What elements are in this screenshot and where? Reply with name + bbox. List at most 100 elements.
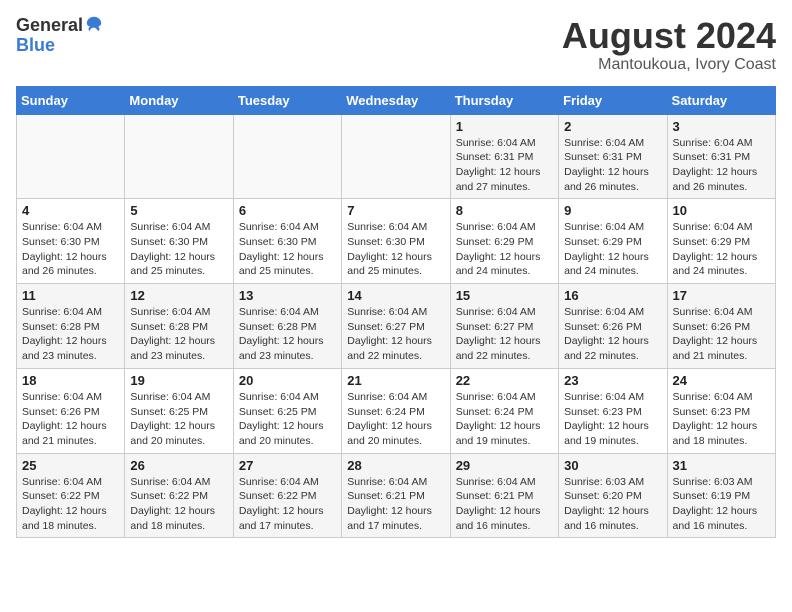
calendar-cell: 7 Sunrise: 6:04 AM Sunset: 6:30 PM Daylig…: [342, 199, 450, 284]
day-info: Sunrise: 6:04 AM Sunset: 6:24 PM Dayligh…: [347, 390, 444, 449]
location-subtitle: Mantoukoua, Ivory Coast: [562, 56, 776, 74]
column-header-monday: Monday: [125, 86, 233, 114]
calendar-cell: 28Sunrise: 6:04 AM Sunset: 6:21 PM Dayli…: [342, 453, 450, 538]
day-info: Sunrise: 6:04 AM Sunset: 6:23 PM Dayligh…: [673, 390, 770, 449]
day-number: 27: [239, 458, 336, 473]
day-number: 22: [456, 373, 553, 388]
calendar-cell: 6 Sunrise: 6:04 AM Sunset: 6:30 PM Daylig…: [233, 199, 341, 284]
day-number: 14: [347, 288, 444, 303]
day-info: Sunrise: 6:04 AM Sunset: 6:22 PM Dayligh…: [22, 475, 119, 534]
day-info: Sunrise: 6:04 AM Sunset: 6:28 PM Dayligh…: [22, 305, 119, 364]
calendar-cell: 21 Sunrise: 6:04 AM Sunset: 6:24 PM Dayli…: [342, 368, 450, 453]
calendar-cell: 18 Sunrise: 6:04 AM Sunset: 6:26 PM Dayli…: [17, 368, 125, 453]
calendar-week-row: 11 Sunrise: 6:04 AM Sunset: 6:28 PM Dayli…: [17, 284, 776, 369]
day-info: Sunrise: 6:03 AM Sunset: 6:20 PM Dayligh…: [564, 475, 661, 534]
day-number: 17: [673, 288, 770, 303]
month-year-title: August 2024: [562, 16, 776, 56]
calendar-week-row: 25 Sunrise: 6:04 AM Sunset: 6:22 PM Dayli…: [17, 453, 776, 538]
calendar-cell: 20 Sunrise: 6:04 AM Sunset: 6:25 PM Dayli…: [233, 368, 341, 453]
day-info: Sunrise: 6:04 AM Sunset: 6:25 PM Dayligh…: [239, 390, 336, 449]
day-info: Sunrise: 6:04 AM Sunset: 6:21 PM Dayligh…: [456, 475, 553, 534]
calendar-cell: 29 Sunrise: 6:04 AM Sunset: 6:21 PM Dayli…: [450, 453, 558, 538]
day-info: Sunrise: 6:04 AM Sunset: 6:22 PM Dayligh…: [130, 475, 227, 534]
day-number: 26: [130, 458, 227, 473]
day-number: 7: [347, 203, 444, 218]
day-number: 4: [22, 203, 119, 218]
day-info: Sunrise: 6:04 AM Sunset: 6:24 PM Dayligh…: [456, 390, 553, 449]
day-info: Sunrise: 6:04 AM Sunset: 6:26 PM Dayligh…: [673, 305, 770, 364]
column-header-tuesday: Tuesday: [233, 86, 341, 114]
calendar-cell: [342, 114, 450, 199]
day-info: Sunrise: 6:04 AM Sunset: 6:28 PM Dayligh…: [130, 305, 227, 364]
day-info: Sunrise: 6:04 AM Sunset: 6:31 PM Dayligh…: [456, 136, 553, 195]
day-number: 29: [456, 458, 553, 473]
calendar-cell: 27 Sunrise: 6:04 AM Sunset: 6:22 PM Dayli…: [233, 453, 341, 538]
calendar-cell: [17, 114, 125, 199]
logo: General Blue: [16, 16, 103, 56]
day-info: Sunrise: 6:04 AM Sunset: 6:29 PM Dayligh…: [456, 220, 553, 279]
calendar-cell: 30 Sunrise: 6:03 AM Sunset: 6:20 PM Dayli…: [559, 453, 667, 538]
calendar-cell: 12 Sunrise: 6:04 AM Sunset: 6:28 PM Dayli…: [125, 284, 233, 369]
day-info: Sunrise: 6:04 AM Sunset: 6:25 PM Dayligh…: [130, 390, 227, 449]
calendar-cell: 2Sunrise: 6:04 AM Sunset: 6:31 PM Daylig…: [559, 114, 667, 199]
day-number: 19: [130, 373, 227, 388]
day-info: Sunrise: 6:04 AM Sunset: 6:22 PM Dayligh…: [239, 475, 336, 534]
day-number: 8: [456, 203, 553, 218]
calendar-cell: 24Sunrise: 6:04 AM Sunset: 6:23 PM Dayli…: [667, 368, 775, 453]
calendar-cell: 22 Sunrise: 6:04 AM Sunset: 6:24 PM Dayli…: [450, 368, 558, 453]
calendar-cell: 31 Sunrise: 6:03 AM Sunset: 6:19 PM Dayli…: [667, 453, 775, 538]
column-header-sunday: Sunday: [17, 86, 125, 114]
calendar-cell: [233, 114, 341, 199]
calendar-cell: 17 Sunrise: 6:04 AM Sunset: 6:26 PM Dayli…: [667, 284, 775, 369]
day-number: 2: [564, 119, 661, 134]
day-info: Sunrise: 6:04 AM Sunset: 6:30 PM Dayligh…: [239, 220, 336, 279]
page-header: General Blue August 2024 Mantoukoua, Ivo…: [16, 16, 776, 74]
day-info: Sunrise: 6:04 AM Sunset: 6:31 PM Dayligh…: [673, 136, 770, 195]
calendar-cell: 25 Sunrise: 6:04 AM Sunset: 6:22 PM Dayli…: [17, 453, 125, 538]
column-header-saturday: Saturday: [667, 86, 775, 114]
calendar-cell: 4 Sunrise: 6:04 AM Sunset: 6:30 PM Daylig…: [17, 199, 125, 284]
calendar-cell: [125, 114, 233, 199]
calendar-week-row: 1 Sunrise: 6:04 AM Sunset: 6:31 PM Daylig…: [17, 114, 776, 199]
day-number: 25: [22, 458, 119, 473]
day-info: Sunrise: 6:04 AM Sunset: 6:30 PM Dayligh…: [130, 220, 227, 279]
calendar-cell: 13Sunrise: 6:04 AM Sunset: 6:28 PM Dayli…: [233, 284, 341, 369]
day-info: Sunrise: 6:04 AM Sunset: 6:23 PM Dayligh…: [564, 390, 661, 449]
day-number: 30: [564, 458, 661, 473]
day-info: Sunrise: 6:03 AM Sunset: 6:19 PM Dayligh…: [673, 475, 770, 534]
day-info: Sunrise: 6:04 AM Sunset: 6:30 PM Dayligh…: [22, 220, 119, 279]
day-number: 23: [564, 373, 661, 388]
calendar-cell: 14Sunrise: 6:04 AM Sunset: 6:27 PM Dayli…: [342, 284, 450, 369]
day-number: 31: [673, 458, 770, 473]
calendar-cell: 1 Sunrise: 6:04 AM Sunset: 6:31 PM Daylig…: [450, 114, 558, 199]
day-info: Sunrise: 6:04 AM Sunset: 6:29 PM Dayligh…: [673, 220, 770, 279]
calendar-week-row: 4 Sunrise: 6:04 AM Sunset: 6:30 PM Daylig…: [17, 199, 776, 284]
day-number: 18: [22, 373, 119, 388]
calendar-cell: 10Sunrise: 6:04 AM Sunset: 6:29 PM Dayli…: [667, 199, 775, 284]
logo-bird-icon: [85, 15, 103, 33]
day-number: 21: [347, 373, 444, 388]
day-number: 9: [564, 203, 661, 218]
day-number: 11: [22, 288, 119, 303]
day-number: 1: [456, 119, 553, 134]
day-number: 6: [239, 203, 336, 218]
day-info: Sunrise: 6:04 AM Sunset: 6:29 PM Dayligh…: [564, 220, 661, 279]
day-info: Sunrise: 6:04 AM Sunset: 6:21 PM Dayligh…: [347, 475, 444, 534]
day-number: 16: [564, 288, 661, 303]
calendar-cell: 9 Sunrise: 6:04 AM Sunset: 6:29 PM Daylig…: [559, 199, 667, 284]
calendar-cell: 5 Sunrise: 6:04 AM Sunset: 6:30 PM Daylig…: [125, 199, 233, 284]
day-info: Sunrise: 6:04 AM Sunset: 6:28 PM Dayligh…: [239, 305, 336, 364]
day-number: 15: [456, 288, 553, 303]
logo-blue-text: Blue: [16, 35, 55, 55]
calendar-cell: 15Sunrise: 6:04 AM Sunset: 6:27 PM Dayli…: [450, 284, 558, 369]
calendar-cell: 23 Sunrise: 6:04 AM Sunset: 6:23 PM Dayli…: [559, 368, 667, 453]
column-header-wednesday: Wednesday: [342, 86, 450, 114]
column-header-friday: Friday: [559, 86, 667, 114]
title-area: August 2024 Mantoukoua, Ivory Coast: [562, 16, 776, 74]
day-info: Sunrise: 6:04 AM Sunset: 6:26 PM Dayligh…: [22, 390, 119, 449]
day-number: 12: [130, 288, 227, 303]
logo-general-text: General: [16, 16, 83, 36]
day-number: 5: [130, 203, 227, 218]
day-number: 20: [239, 373, 336, 388]
day-info: Sunrise: 6:04 AM Sunset: 6:30 PM Dayligh…: [347, 220, 444, 279]
